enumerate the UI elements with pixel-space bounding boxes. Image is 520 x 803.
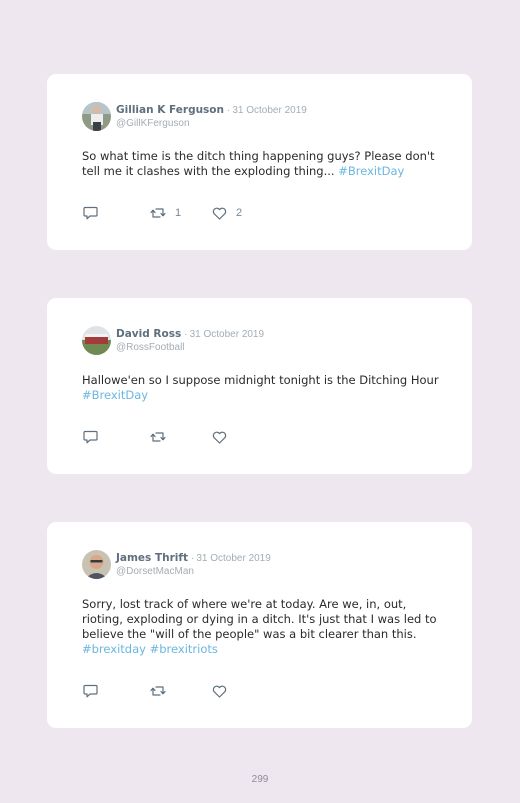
retweet-count: 1 (175, 207, 182, 219)
reply-icon (83, 684, 98, 698)
tweet-text: Sorry, lost track of where we're at toda… (82, 597, 447, 657)
page-number: 299 (251, 774, 269, 785)
separator: · (184, 329, 188, 340)
reply-icon (83, 206, 98, 220)
tweet-card: James Thrift · 31 October 2019 @DorsetMa… (47, 522, 472, 728)
author-name[interactable]: Gillian K Ferguson (116, 104, 224, 116)
author-name[interactable]: David Ross (116, 328, 181, 340)
tweet-actions: 1 2 (83, 206, 242, 220)
tweet-text-body: Hallowe'en so I suppose midnight tonight… (82, 373, 439, 387)
author-name[interactable]: James Thrift (116, 552, 188, 564)
tweet-actions (83, 684, 236, 698)
reply-button[interactable] (83, 684, 150, 698)
hashtag-link[interactable]: #brexitday #brexitriots (82, 642, 218, 656)
author-handle[interactable]: @RossFootball (116, 342, 264, 353)
hashtag-link[interactable]: #BrexitDay (338, 164, 404, 178)
retweet-icon (150, 208, 166, 218)
tweet-text-body: Sorry, lost track of where we're at toda… (82, 597, 437, 641)
tweet-header: David Ross · 31 October 2019 @RossFootba… (82, 326, 264, 355)
like-button[interactable]: 2 (212, 207, 242, 220)
tweet-card: David Ross · 31 October 2019 @RossFootba… (47, 298, 472, 474)
like-count: 2 (236, 207, 243, 219)
tweet-date[interactable]: 31 October 2019 (190, 329, 265, 340)
separator: · (227, 105, 231, 116)
tweet-header: James Thrift · 31 October 2019 @DorsetMa… (82, 550, 271, 579)
avatar[interactable] (82, 326, 111, 355)
reply-icon (83, 430, 98, 444)
avatar[interactable] (82, 102, 111, 131)
retweet-button[interactable]: 1 (150, 206, 212, 220)
avatar[interactable] (82, 550, 111, 579)
hashtag-link[interactable]: #BrexitDay (82, 388, 148, 402)
heart-icon (212, 431, 227, 444)
like-button[interactable] (212, 685, 236, 698)
tweet-text: So what time is the ditch thing happenin… (82, 149, 447, 179)
like-button[interactable] (212, 431, 236, 444)
heart-icon (212, 685, 227, 698)
author-handle[interactable]: @GillKFerguson (116, 118, 307, 129)
retweet-button[interactable] (150, 430, 212, 444)
retweet-button[interactable] (150, 684, 212, 698)
tweet-text: Hallowe'en so I suppose midnight tonight… (82, 373, 447, 403)
author-handle[interactable]: @DorsetMacMan (116, 566, 271, 577)
tweet-header: Gillian K Ferguson · 31 October 2019 @Gi… (82, 102, 307, 131)
reply-button[interactable] (83, 430, 150, 444)
separator: · (190, 553, 195, 564)
tweet-actions (83, 430, 236, 444)
retweet-icon (150, 686, 166, 696)
tweet-date[interactable]: 31 October 2019 (196, 553, 271, 564)
reply-button[interactable] (83, 206, 150, 220)
heart-icon (212, 207, 227, 220)
tweet-date[interactable]: 31 October 2019 (232, 105, 307, 116)
tweet-card: Gillian K Ferguson · 31 October 2019 @Gi… (47, 74, 472, 250)
retweet-icon (150, 432, 166, 442)
